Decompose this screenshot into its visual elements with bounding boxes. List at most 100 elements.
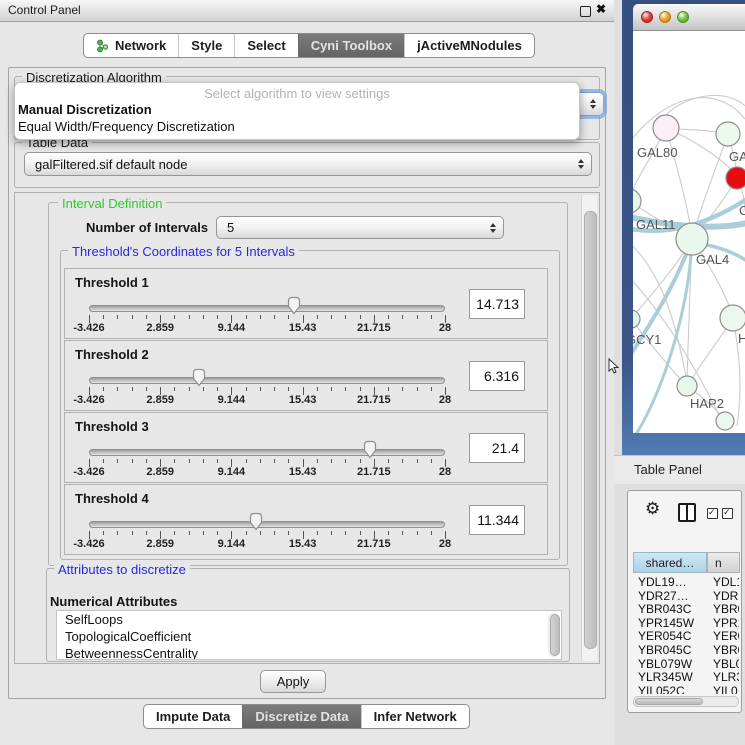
tab-discretize-data[interactable]: Discretize Data bbox=[242, 705, 360, 728]
checkbox-icon[interactable] bbox=[707, 508, 718, 519]
tab-label: jActiveMNodules bbox=[417, 38, 522, 53]
threshold-value-field[interactable]: 11.344 bbox=[469, 505, 525, 535]
gear-icon[interactable]: ⚙ bbox=[645, 500, 660, 517]
table-row[interactable]: YLR345WYLR3 bbox=[633, 670, 739, 684]
threshold-1-panel: Threshold 1-3.4262.8599.14415.4321.71528… bbox=[64, 268, 548, 339]
list-scrollbar[interactable] bbox=[548, 613, 559, 657]
table-row[interactable]: YDR27… YDR2 bbox=[633, 589, 739, 603]
tick-mark bbox=[117, 387, 118, 391]
apply-button[interactable]: Apply bbox=[260, 670, 326, 693]
tab-jactivemnodules[interactable]: jActiveMNodules bbox=[404, 34, 534, 57]
tab-impute-data[interactable]: Impute Data bbox=[144, 705, 242, 728]
table-row[interactable]: YBR043CYBR0 bbox=[633, 602, 739, 616]
horizontal-scrollbar-thumb[interactable] bbox=[635, 698, 703, 705]
threshold-label: Threshold 1 bbox=[75, 275, 149, 290]
tab-label: Impute Data bbox=[156, 709, 230, 724]
number-of-intervals-combobox[interactable]: 5 bbox=[216, 216, 504, 239]
tick-label: -3.426 bbox=[73, 538, 104, 550]
horizontal-scrollbar[interactable] bbox=[633, 696, 739, 707]
tick-mark bbox=[103, 387, 104, 391]
network-node-node-bottom[interactable] bbox=[716, 412, 734, 430]
vertical-scrollbar-thumb[interactable] bbox=[584, 211, 597, 649]
column-header-shared-name[interactable]: shared… bbox=[633, 552, 707, 573]
threshold-value-field[interactable]: 6.316 bbox=[469, 361, 525, 391]
tick-mark bbox=[132, 531, 133, 535]
table-row[interactable]: YBR045CYBR0 bbox=[633, 643, 739, 657]
threshold-value-field[interactable]: 21.4 bbox=[469, 433, 525, 463]
slider-handle[interactable] bbox=[362, 440, 378, 459]
table-row[interactable]: YBL079WYBL0 bbox=[633, 657, 739, 671]
checkbox-icon[interactable] bbox=[722, 508, 733, 519]
dropdown-option-manual-discretization[interactable]: Manual Discretization bbox=[18, 102, 152, 117]
tick-mark bbox=[402, 531, 403, 535]
tick-mark bbox=[217, 315, 218, 319]
cell-name: YBR0 bbox=[713, 643, 739, 657]
tick-label: 9.144 bbox=[218, 394, 246, 406]
tick-mark bbox=[246, 387, 247, 391]
tick-mark bbox=[174, 315, 175, 319]
table-row[interactable]: YER054CYER0 bbox=[633, 629, 739, 643]
network-window-titlebar[interactable] bbox=[633, 4, 745, 31]
table-data-combobox[interactable]: galFiltered.sif default node bbox=[24, 152, 592, 176]
tab-select[interactable]: Select bbox=[234, 34, 297, 57]
cell-name: YLR3 bbox=[713, 670, 739, 684]
tick-mark bbox=[260, 531, 261, 535]
threshold-value-field[interactable]: 14.713 bbox=[469, 289, 525, 319]
tick-mark bbox=[146, 387, 147, 391]
column-header-name[interactable]: n bbox=[707, 552, 740, 573]
tab-cyni-toolbox[interactable]: Cyni Toolbox bbox=[298, 34, 404, 57]
cell-name: YDL1 bbox=[713, 575, 739, 589]
tick-mark bbox=[388, 315, 389, 319]
network-node-hap2[interactable] bbox=[677, 376, 697, 396]
tick-mark bbox=[146, 315, 147, 319]
slider-handle[interactable] bbox=[286, 296, 302, 315]
traffic-light-zoom[interactable] bbox=[677, 11, 689, 23]
panel-title: Control Panel bbox=[8, 3, 81, 17]
table-row[interactable]: YDL19…YDL1 bbox=[633, 575, 739, 589]
dropdown-option-equal-width-frequency[interactable]: Equal Width/Frequency Discretization bbox=[18, 119, 235, 134]
network-node-gcy1[interactable] bbox=[633, 310, 640, 328]
slider-track[interactable] bbox=[89, 521, 445, 528]
tick-mark bbox=[203, 315, 204, 319]
split-columns-icon[interactable] bbox=[678, 503, 696, 522]
tick-mark bbox=[317, 459, 318, 463]
network-node-gal11[interactable] bbox=[633, 189, 641, 213]
network-node-gal80[interactable] bbox=[653, 115, 679, 141]
node-label-node-ga: GA bbox=[729, 149, 745, 164]
network-node-gal4[interactable] bbox=[676, 223, 708, 255]
table-row[interactable]: YPR145WYPR1 bbox=[633, 616, 739, 630]
threshold-label: Threshold 2 bbox=[75, 347, 149, 362]
network-node-selected-red[interactable] bbox=[726, 167, 745, 189]
network-node-node-ga[interactable] bbox=[716, 122, 740, 146]
vertical-scrollbar[interactable] bbox=[581, 195, 597, 661]
attribute-list-item[interactable]: TopologicalCoefficient bbox=[57, 628, 561, 645]
traffic-light-close[interactable] bbox=[641, 11, 653, 23]
traffic-light-minimize[interactable] bbox=[659, 11, 671, 23]
node-label-hap2: HAP2 bbox=[690, 396, 724, 411]
table-row[interactable]: YIL052CYIL0 bbox=[633, 684, 739, 694]
attribute-list-item[interactable]: BetweennessCentrality bbox=[57, 645, 561, 660]
tick-mark bbox=[117, 315, 118, 319]
slider-track[interactable] bbox=[89, 377, 445, 384]
slider-handle[interactable] bbox=[191, 368, 207, 387]
tab-infer-network[interactable]: Infer Network bbox=[361, 705, 469, 728]
cell-name: YDR2 bbox=[713, 589, 739, 603]
list-scrollbar-thumb[interactable] bbox=[550, 614, 560, 656]
network-node-node-h[interactable] bbox=[720, 305, 745, 331]
tick-mark bbox=[189, 315, 190, 319]
cell-shared-name: YBL079W bbox=[638, 657, 692, 671]
attribute-list-item[interactable]: SelfLoops bbox=[57, 611, 561, 628]
slider-track[interactable] bbox=[89, 449, 445, 456]
tick-label: 28 bbox=[439, 394, 451, 406]
slider-handle[interactable] bbox=[248, 512, 264, 531]
network-view-canvas[interactable]: GAL80GACGAL11GAL4GCY1HHAP2 bbox=[633, 31, 745, 433]
tab-style[interactable]: Style bbox=[178, 34, 234, 57]
slider-track[interactable] bbox=[89, 305, 445, 312]
float-window-icon[interactable] bbox=[580, 6, 591, 17]
attributes-group-title: Attributes to discretize bbox=[54, 562, 190, 577]
cell-shared-name: YDR27… bbox=[638, 589, 689, 603]
close-icon[interactable]: ✖ bbox=[596, 2, 606, 16]
algorithm-dropdown-popup: Select algorithm to view settings Manual… bbox=[14, 82, 580, 140]
tick-mark bbox=[174, 459, 175, 463]
tab-network[interactable]: Network bbox=[84, 34, 178, 57]
